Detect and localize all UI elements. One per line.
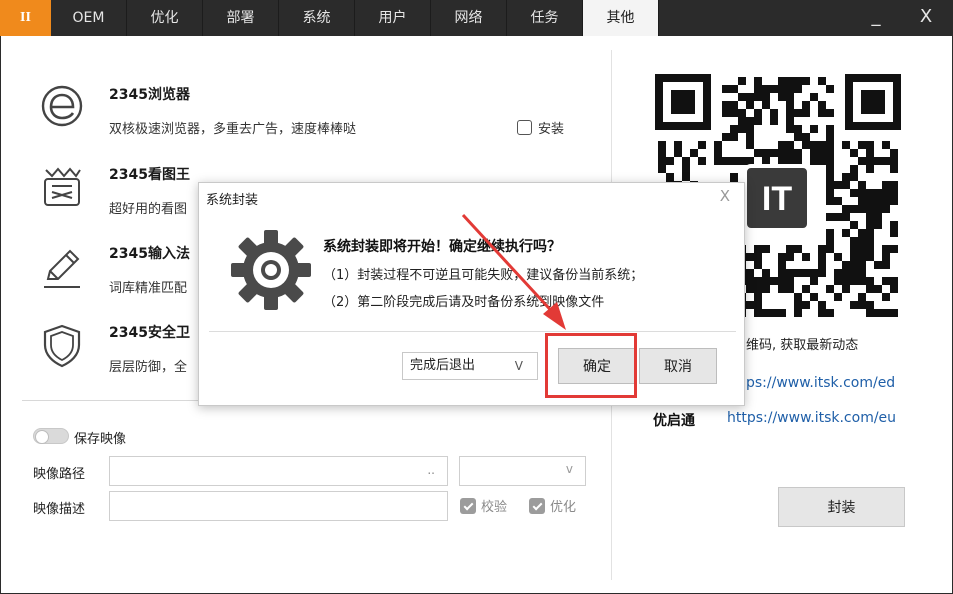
image-format-select[interactable]: v — [459, 456, 586, 486]
save-image-toggle[interactable] — [33, 428, 69, 444]
dialog-close-button[interactable]: X — [720, 187, 730, 205]
software-desc: 双核极速浏览器，多重去广告，速度棒棒哒 — [109, 122, 357, 137]
software-desc: 词库精准匹配 — [109, 281, 188, 296]
software-desc: 层层防御，全 — [109, 360, 188, 375]
check-icon — [529, 497, 545, 514]
tab-optimize[interactable]: 优化 — [127, 0, 203, 36]
checkbox-box[interactable] — [517, 120, 532, 135]
shield-icon — [43, 324, 81, 368]
after-finish-select[interactable]: 完成后退出 V — [402, 352, 538, 380]
install-checkbox[interactable]: 安装 — [517, 118, 564, 137]
tab-system[interactable]: 系统 — [279, 0, 355, 36]
tab-deploy[interactable]: 部署 — [203, 0, 279, 36]
browse-button[interactable]: .. — [427, 463, 435, 477]
software-desc: 超好用的看图 — [109, 202, 188, 217]
dialog-title: 系统封装 — [206, 193, 259, 208]
seal-button[interactable]: 封装 — [778, 487, 905, 527]
cancel-button[interactable]: 取消 — [639, 348, 717, 384]
dialog-line-2: （2）第二阶段完成后请及时备份系统到映像文件 — [323, 295, 605, 310]
software-title: 2345输入法 — [109, 246, 190, 262]
dialog-line-1: （1）封装过程不可逆且可能失败，建议备份当前系统； — [323, 268, 644, 283]
highlight-box — [545, 333, 637, 398]
tab-other[interactable]: 其他 — [583, 0, 659, 36]
optimize-checkbox[interactable]: 优化 — [529, 496, 576, 515]
dialog-separator — [209, 331, 736, 332]
scan-qr-text: 维码, 获取最新动态 — [746, 338, 859, 353]
tab-bar: II OEM 优化 部署 系统 用户 网络 任务 其他 _ X — [0, 0, 953, 36]
tab-oem[interactable]: OEM — [51, 0, 127, 36]
verify-checkbox[interactable]: 校验 — [460, 496, 507, 515]
software-title: 2345浏览器 — [109, 87, 190, 103]
check-icon — [460, 497, 476, 514]
image-viewer-icon — [44, 167, 81, 206]
software-title: 2345安全卫 — [109, 325, 190, 341]
qr-badge-text: IT — [762, 180, 792, 218]
close-button[interactable]: X — [906, 0, 946, 36]
seal-confirm-dialog: 系统封装 X 系统封装即将开始！确定继续执行吗？ （1）封装过程不可逆且可能失败… — [198, 182, 745, 406]
image-desc-input[interactable] — [109, 491, 448, 521]
software-title: 2345看图王 — [109, 167, 190, 183]
tab-user[interactable]: 用户 — [355, 0, 431, 36]
gear-icon — [231, 230, 311, 310]
youqitong-label: 优启通 — [653, 413, 695, 429]
website-link-2[interactable]: https://www.itsk.com/eu — [727, 410, 896, 426]
verify-label: 校验 — [481, 500, 508, 515]
browser-e-icon — [41, 85, 83, 127]
tab-network[interactable]: 网络 — [431, 0, 507, 36]
tab-tasks[interactable]: 任务 — [507, 0, 583, 36]
chevron-down-icon: V — [514, 359, 523, 373]
pen-icon — [44, 249, 80, 288]
after-finish-value: 完成后退出 — [410, 358, 476, 373]
image-path-input[interactable]: .. — [109, 456, 448, 486]
minimize-button[interactable]: _ — [856, 0, 896, 36]
app-logo-tab[interactable]: II — [0, 0, 51, 36]
chevron-down-icon: v — [565, 462, 573, 476]
install-label: 安装 — [538, 122, 565, 137]
dialog-headline: 系统封装即将开始！确定继续执行吗？ — [323, 239, 561, 255]
image-desc-label: 映像描述 — [33, 502, 86, 517]
image-path-label: 映像路径 — [33, 467, 86, 482]
website-link-1[interactable]: ps://www.itsk.com/ed — [746, 375, 895, 391]
optimize-label: 优化 — [550, 500, 577, 515]
save-image-label: 保存映像 — [74, 432, 127, 447]
